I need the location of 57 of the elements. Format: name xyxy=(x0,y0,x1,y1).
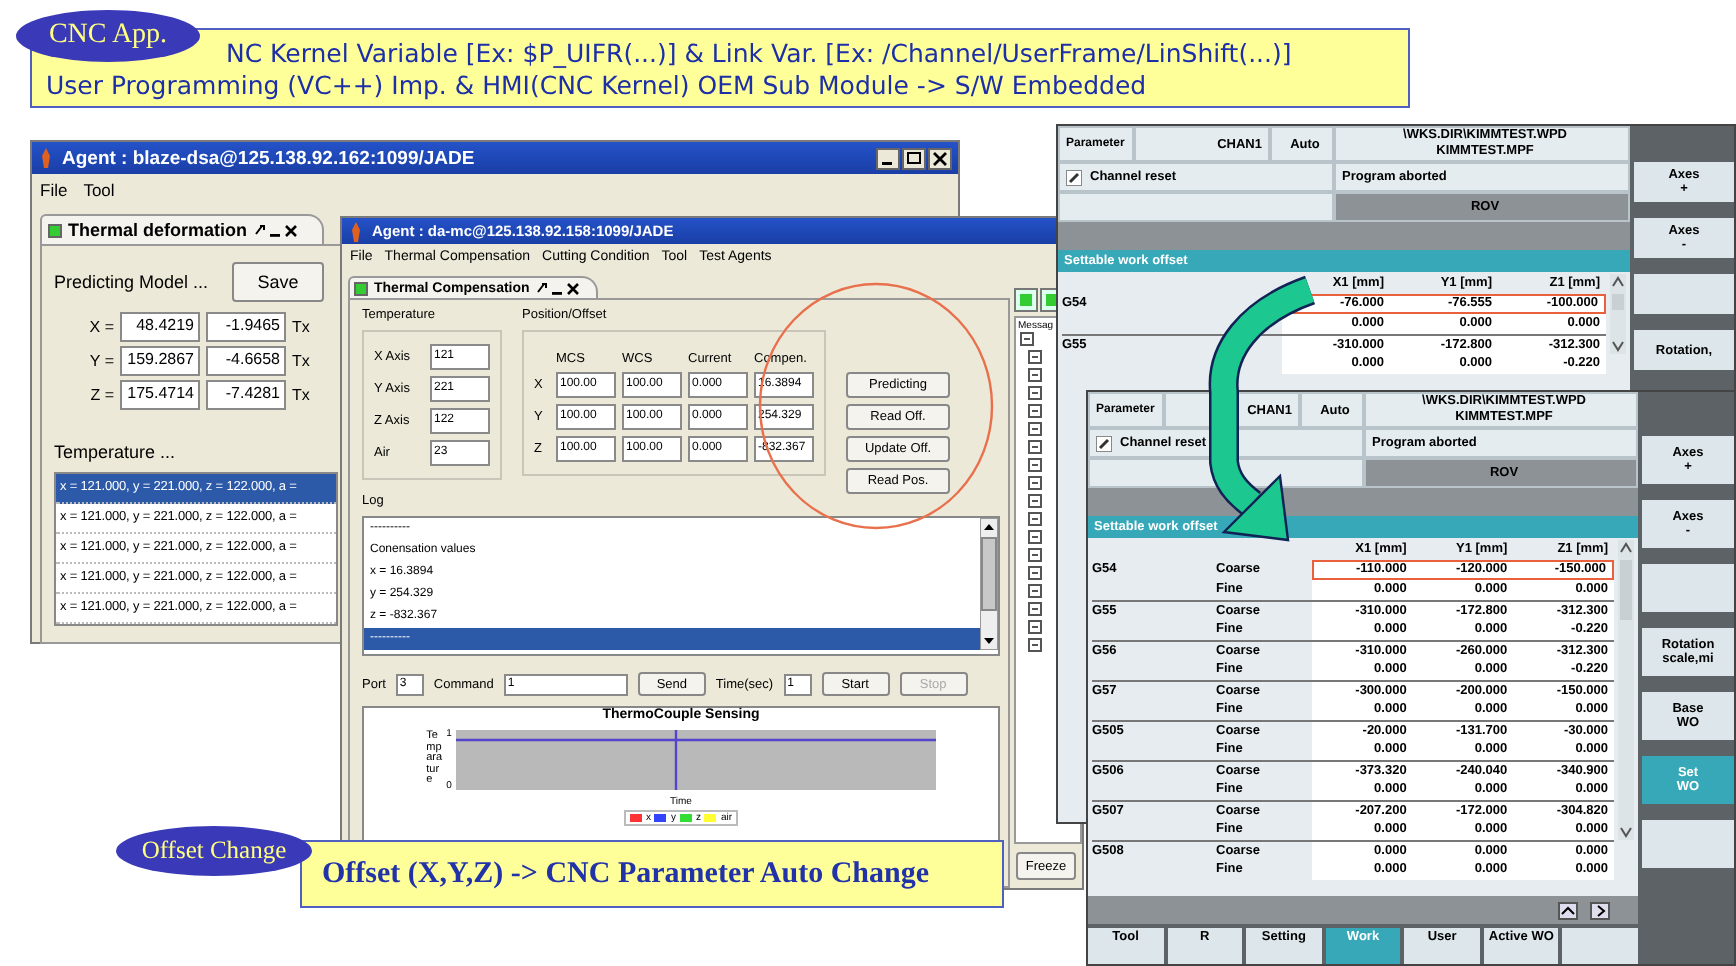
tree-node-icon xyxy=(1028,620,1042,634)
tree-node-icon xyxy=(1028,458,1042,472)
offset-field[interactable]: -4.6658 xyxy=(206,346,286,376)
unit-label: Tx xyxy=(292,318,312,336)
app-icon xyxy=(348,221,364,241)
tree-node-icon xyxy=(1028,602,1042,616)
axis-label: Z = xyxy=(88,386,114,404)
pencil-icon xyxy=(1096,435,1112,451)
window-title: Agent : blaze-dsa@125.138.92.162:1099/JADE xyxy=(62,147,477,169)
menu-item[interactable]: File xyxy=(40,179,68,199)
tree-node-icon xyxy=(1028,584,1042,598)
value-field[interactable]: 175.4714 xyxy=(120,380,200,410)
model-label: Predicting Model ... xyxy=(54,272,209,292)
value-field[interactable]: 159.2867 xyxy=(120,346,200,376)
tree-node-icon xyxy=(1028,404,1042,418)
tree-node-icon xyxy=(1020,332,1034,346)
maximize-icon[interactable] xyxy=(902,147,926,169)
temperature-label: Temperature ... xyxy=(54,442,176,462)
side-key[interactable] xyxy=(1642,820,1734,868)
close-icon[interactable] xyxy=(928,147,952,169)
tree-node-icon xyxy=(1028,476,1042,490)
tab-controls-icon xyxy=(253,222,298,238)
tree-node-icon xyxy=(1028,566,1042,580)
offset-change-badge: Offset Change xyxy=(116,826,312,876)
value-field[interactable]: 48.4219 xyxy=(120,312,200,342)
tree-node-icon xyxy=(1028,638,1042,652)
side-key[interactable] xyxy=(1642,564,1734,612)
offset-field[interactable]: -7.4281 xyxy=(206,380,286,410)
footer-banner: Offset (X,Y,Z) -> CNC Parameter Auto Change xyxy=(300,840,1004,908)
cnc-app-badge: CNC App. xyxy=(16,10,200,62)
tree-node-icon xyxy=(1028,548,1042,562)
tree-node-icon xyxy=(1028,494,1042,508)
tree-node-icon xyxy=(1028,512,1042,526)
axis-label: Y = xyxy=(87,352,114,370)
up-arrow-icon xyxy=(1558,901,1578,919)
tree-node-icon xyxy=(1028,530,1042,544)
tab-controls-icon xyxy=(535,280,580,296)
tree-node-icon xyxy=(1028,368,1042,382)
save-button[interactable]: Save xyxy=(232,262,325,302)
minimize-icon[interactable] xyxy=(876,147,900,169)
banner-text: NC Kernel Variable [Ex: $P_UIFR(...)] & Link Var. [Ex: /Channel/UserFrame/LinShift(...)] xyxy=(224,38,1294,70)
axis-label: X = xyxy=(87,318,114,336)
pencil-icon xyxy=(1066,169,1082,185)
banner-text: User Programming (VC++) Imp. & HMI(CNC Kernel) OEM Sub Module -> S/W Embedded xyxy=(46,70,1149,102)
tree-node-icon xyxy=(1028,350,1042,364)
soft-key[interactable] xyxy=(1562,928,1638,964)
tree-node-icon xyxy=(1028,386,1042,400)
tree-node-icon xyxy=(1028,440,1042,454)
tab-icon xyxy=(1014,288,1038,312)
menu-item[interactable]: Tool xyxy=(83,179,115,199)
offset-field[interactable]: -1.9465 xyxy=(206,312,286,342)
tab[interactable]: Thermal deformation xyxy=(40,214,324,244)
app-icon xyxy=(38,148,54,168)
unit-label: Tx xyxy=(292,386,312,404)
side-key[interactable] xyxy=(1634,274,1734,314)
tree-node-icon xyxy=(1028,422,1042,436)
unit-label: Tx xyxy=(292,352,312,370)
